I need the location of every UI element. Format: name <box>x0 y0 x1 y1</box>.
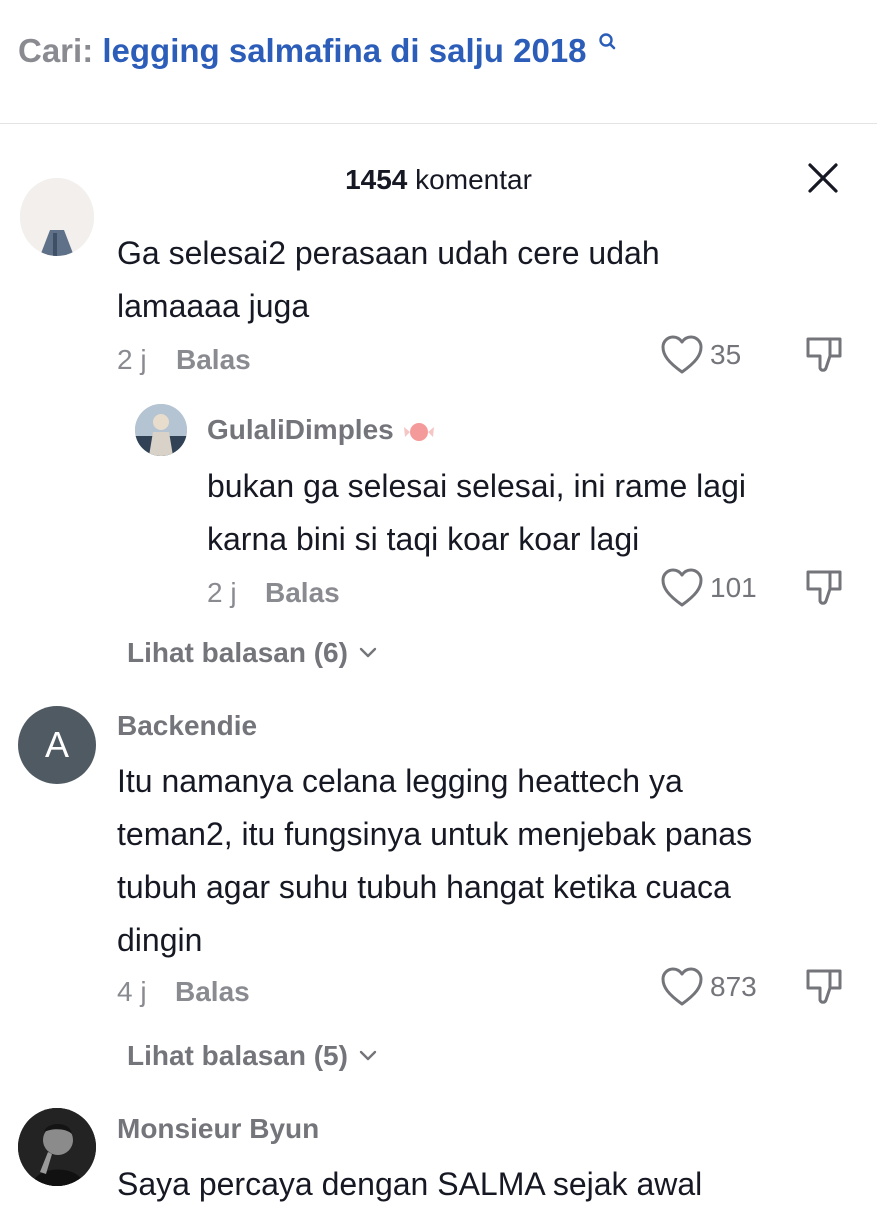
dislike-icon[interactable] <box>802 966 846 1010</box>
view-replies-button[interactable]: Lihat balasan (6) <box>127 637 378 669</box>
view-replies-label: Lihat balasan (6) <box>127 637 348 668</box>
chevron-down-icon <box>359 647 377 658</box>
avatar-initial: A <box>44 724 69 765</box>
username[interactable]: Backendie <box>117 710 257 742</box>
like-button[interactable]: 101 <box>660 567 757 609</box>
reply-button[interactable]: Balas <box>176 344 251 376</box>
dislike-icon[interactable] <box>802 567 846 611</box>
heart-icon[interactable] <box>660 334 704 376</box>
view-replies-label: Lihat balasan (5) <box>127 1040 348 1071</box>
reply-button[interactable]: Balas <box>265 577 340 609</box>
comment-line: Itu namanya celana legging heattech ya <box>117 763 683 799</box>
like-button[interactable]: 873 <box>660 966 757 1008</box>
comment-text: bukan ga selesai selesai, ini rame lagi … <box>207 460 847 566</box>
avatar[interactable]: A <box>18 706 96 784</box>
reply-button[interactable]: Balas <box>175 976 250 1008</box>
comment-line: tubuh agar suhu tubuh hangat ketika cuac… <box>117 869 731 905</box>
comment-line: lamaaaa juga <box>117 288 310 324</box>
candy-badge-icon <box>402 419 436 445</box>
search-query[interactable]: legging salmafina di salju 2018 <box>102 32 586 69</box>
search-prefix: Cari: <box>18 32 94 69</box>
avatar[interactable] <box>20 178 94 256</box>
heart-icon[interactable] <box>660 567 704 609</box>
comments-header: 1454 komentar <box>0 150 877 210</box>
search-bar[interactable]: Cari: legging salmafina di salju 2018 <box>0 0 877 124</box>
search-text[interactable]: Cari: legging salmafina di salju 2018 <box>18 32 616 70</box>
comments-count: 1454 komentar <box>0 164 877 196</box>
username[interactable]: Monsieur Byun <box>117 1113 319 1145</box>
heart-icon[interactable] <box>660 966 704 1008</box>
comment-line: Ga selesai2 perasaan udah cere udah <box>117 235 660 271</box>
avatar[interactable] <box>135 404 187 456</box>
comment-count-number: 1454 <box>345 164 408 195</box>
comment-time: 2 j <box>117 344 147 375</box>
comment-text: Ga selesai2 perasaan udah cere udah lama… <box>117 227 837 333</box>
comment-line: dingin <box>117 922 203 958</box>
like-count: 873 <box>710 971 757 1002</box>
comment-time: 4 j <box>117 976 147 1007</box>
comment-line: karna bini si taqi koar koar lagi <box>207 521 640 557</box>
comment-line: Saya percaya dengan SALMA sejak awal <box>117 1166 703 1202</box>
view-replies-button[interactable]: Lihat balasan (5) <box>127 1040 378 1072</box>
search-icon[interactable] <box>598 32 616 58</box>
comment-text: Saya percaya dengan SALMA sejak awal <box>117 1158 857 1211</box>
username-text: GulaliDimples <box>207 414 394 445</box>
avatar[interactable] <box>18 1108 96 1186</box>
username[interactable]: GulaliDimples <box>207 414 436 446</box>
like-button[interactable]: 35 <box>660 334 741 376</box>
close-icon[interactable] <box>800 155 846 201</box>
like-count: 35 <box>710 339 742 370</box>
chevron-down-icon <box>359 1050 377 1061</box>
like-count: 101 <box>710 572 757 603</box>
comment-time: 2 j <box>207 577 237 608</box>
comment-count-label: komentar <box>415 164 532 195</box>
comment-text: Itu namanya celana legging heattech ya t… <box>117 755 857 967</box>
comment-line: bukan ga selesai selesai, ini rame lagi <box>207 468 746 504</box>
dislike-icon[interactable] <box>802 334 846 378</box>
comment-line: teman2, itu fungsinya untuk menjebak pan… <box>117 816 753 852</box>
